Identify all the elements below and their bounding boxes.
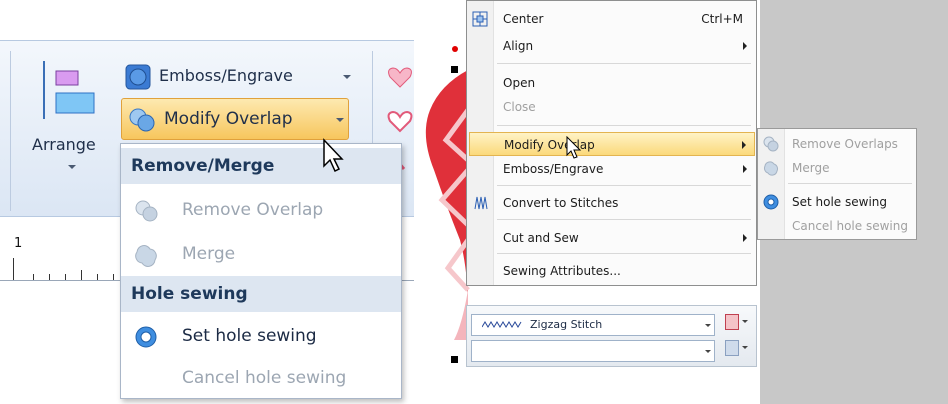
menu-item-label: Cancel hole sewing	[182, 368, 347, 388]
menu-item-label: Sewing Attributes...	[503, 264, 621, 278]
menu-item-open[interactable]: Open	[469, 71, 755, 95]
modify-overlap-icon	[129, 108, 155, 132]
ruler-tick	[33, 274, 34, 280]
arrange-label: Arrange	[32, 135, 96, 154]
thread-color-swatch[interactable]	[725, 314, 739, 330]
menu-item-align[interactable]: Align	[469, 34, 755, 58]
stitches-icon	[474, 196, 488, 210]
stitch-type-label: Zigzag Stitch	[530, 318, 603, 331]
stitch-toolbar: Zigzag Stitch	[466, 305, 757, 367]
menu-item-remove-overlaps[interactable]: Remove Overlaps	[760, 132, 914, 156]
menu-separator	[497, 253, 751, 254]
menu-separator	[497, 125, 751, 126]
merge-icon	[764, 161, 778, 176]
ruler-tick	[97, 274, 98, 280]
modify-overlap-button[interactable]: Modify Overlap	[121, 98, 349, 140]
menu-item-label: Close	[503, 100, 536, 114]
menu-item-merge[interactable]: Merge	[760, 156, 914, 180]
selection-handle[interactable]	[451, 356, 458, 363]
menu-item-label: Set hole sewing	[182, 326, 317, 346]
remove-overlap-icon	[135, 200, 158, 222]
center-icon	[472, 11, 488, 27]
hole-sewing-icon	[763, 194, 779, 210]
mouse-cursor-icon	[323, 138, 344, 173]
section-header-hole-sewing: Hole sewing	[121, 276, 401, 312]
zigzag-icon	[482, 321, 522, 328]
chevron-down-icon	[705, 324, 711, 327]
chevron-down-icon	[343, 75, 351, 79]
menu-item-cut-and-sew[interactable]: Cut and Sew	[469, 226, 755, 250]
menu-item-emboss-engrave[interactable]: Emboss/Engrave	[469, 157, 755, 181]
menu-separator	[497, 63, 751, 64]
menu-item-label: Cancel hole sewing	[792, 219, 908, 233]
menu-item-set-hole-sewing[interactable]: Set hole sewing	[760, 190, 914, 214]
menu-item-label: Cut and Sew	[503, 231, 579, 245]
heart-embroidery-icon[interactable]	[420, 40, 470, 370]
menu-item-label: Remove Overlaps	[792, 137, 898, 151]
remove-overlap-icon	[763, 136, 779, 152]
chevron-down-icon	[68, 165, 76, 169]
ruler-label: 1	[14, 236, 23, 251]
menu-item-convert-to-stitches[interactable]: Convert to Stitches	[469, 191, 755, 215]
submenu-arrow-icon	[743, 42, 747, 50]
modify-overlap-submenu: Remove Overlaps Merge Set hole sewing Ca…	[757, 128, 917, 240]
modify-overlap-dropdown: Remove/Merge Remove Overlap Merge Hole s…	[120, 143, 402, 399]
menu-item-cancel-hole-sewing[interactable]: Cancel hole sewing	[121, 356, 401, 400]
menu-separator	[497, 185, 751, 186]
submenu-arrow-icon	[743, 165, 747, 173]
menu-item-label: Merge	[182, 244, 236, 264]
rotation-handle[interactable]	[452, 46, 458, 52]
context-menu: Center Ctrl+M Align Open Close Modify Ov…	[466, 0, 757, 286]
menu-item-modify-overlap[interactable]: Modify Overlap	[469, 132, 755, 156]
chevron-down-icon	[742, 346, 748, 349]
menu-separator	[497, 219, 751, 220]
submenu-arrow-icon	[742, 141, 746, 149]
emboss-engrave-button[interactable]: Emboss/Engrave	[123, 63, 355, 91]
menu-item-set-hole-sewing[interactable]: Set hole sewing	[121, 314, 401, 358]
menu-item-label: Merge	[792, 161, 830, 175]
merge-icon	[135, 245, 157, 267]
menu-item-remove-overlap[interactable]: Remove Overlap	[121, 188, 401, 232]
emboss-engrave-icon	[125, 64, 151, 90]
menu-item-cancel-hole-sewing[interactable]: Cancel hole sewing	[760, 214, 914, 238]
stitch-type-select[interactable]: Zigzag Stitch	[471, 314, 715, 336]
ruler-tick	[65, 274, 66, 280]
menu-item-label: Set hole sewing	[792, 195, 888, 209]
menu-item-sewing-attributes[interactable]: Sewing Attributes...	[469, 259, 755, 283]
menu-item-label: Remove Overlap	[182, 200, 324, 220]
menu-item-center[interactable]: Center Ctrl+M	[469, 7, 755, 31]
menu-item-shortcut: Ctrl+M	[701, 12, 743, 26]
stitch-type-select-2[interactable]	[471, 340, 715, 362]
chevron-down-icon	[336, 118, 344, 122]
chevron-down-icon	[705, 350, 711, 353]
menu-separator	[788, 183, 912, 184]
ruler-tick	[49, 274, 50, 280]
submenu-arrow-icon	[743, 234, 747, 242]
thread-color-swatch-2[interactable]	[725, 340, 739, 356]
menu-item-label: Align	[503, 39, 534, 53]
menu-item-label: Center	[503, 12, 544, 26]
ruler-tick	[113, 274, 114, 280]
modify-overlap-label: Modify Overlap	[164, 109, 293, 129]
hole-sewing-icon	[135, 326, 157, 348]
selection-handle[interactable]	[451, 66, 458, 73]
menu-item-close[interactable]: Close	[469, 95, 755, 119]
arrange-button[interactable]: Arrange	[30, 57, 112, 183]
ruler-tick	[13, 258, 14, 280]
ruler-tick	[81, 270, 82, 280]
emboss-engrave-label: Emboss/Engrave	[159, 66, 293, 85]
menu-item-label: Open	[503, 76, 536, 90]
mouse-cursor-icon	[566, 136, 582, 159]
ribbon-separator	[10, 51, 11, 211]
arrange-icon	[43, 61, 95, 119]
chevron-down-icon	[742, 320, 748, 323]
section-header-remove-merge: Remove/Merge	[121, 148, 401, 184]
menu-item-merge[interactable]: Merge	[121, 232, 401, 276]
menu-item-label: Emboss/Engrave	[503, 162, 604, 176]
menu-item-label: Convert to Stitches	[503, 196, 619, 210]
